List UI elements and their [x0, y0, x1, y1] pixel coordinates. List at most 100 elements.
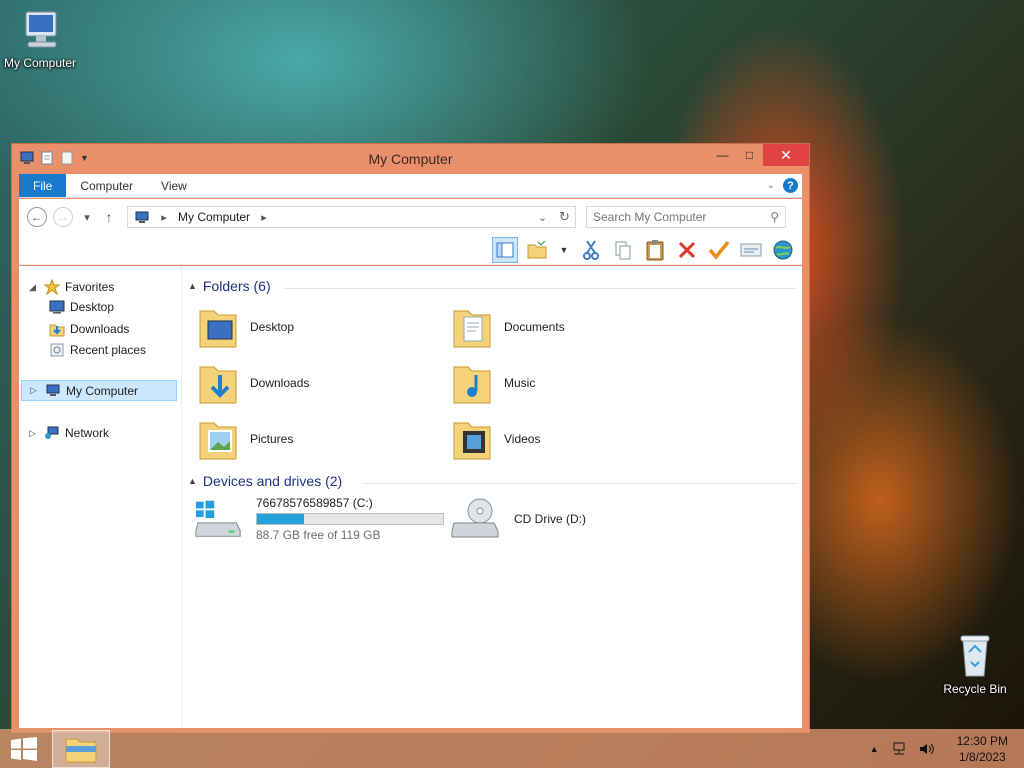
desktop-icon-recycle-bin[interactable]: Recycle Bin	[935, 632, 1015, 696]
address-bar[interactable]: ▸ My Computer ▸ ⌄ ↻	[127, 206, 576, 228]
drive-usage-fill	[257, 514, 305, 524]
nav-label: Desktop	[70, 300, 115, 314]
rename-button[interactable]	[706, 237, 732, 263]
globe-icon	[773, 240, 793, 259]
clock-date: 1/8/2023	[958, 750, 1006, 764]
group-divider	[284, 288, 796, 289]
cut-button[interactable]	[578, 237, 604, 263]
command-toolbar: ▼	[19, 235, 802, 265]
recent-locations-icon[interactable]: ▾	[79, 211, 95, 224]
taskbar-file-explorer[interactable]	[52, 730, 110, 768]
computer-icon	[135, 211, 149, 223]
new-folder-button[interactable]	[524, 237, 550, 263]
new-folder-dropdown-icon[interactable]: ▼	[556, 245, 572, 255]
network-status-icon[interactable]	[891, 742, 907, 756]
tab-computer[interactable]: Computer	[66, 174, 147, 197]
nav-favorites[interactable]: ◢ Favorites	[29, 279, 114, 295]
navigation-pane: ◢ Favorites Desktop Downloads Recent pla…	[19, 266, 182, 728]
pane-layout-icon	[496, 242, 514, 257]
folder-music[interactable]: Music	[452, 358, 682, 408]
documents-folder-icon	[453, 310, 491, 348]
expand-arrow-icon[interactable]: ◢	[29, 282, 39, 293]
breadcrumb-chevron-icon[interactable]: ▸	[156, 211, 172, 224]
network-globe-button[interactable]	[770, 237, 796, 263]
drive-d[interactable]: CD Drive (D:)	[450, 494, 680, 544]
forward-button[interactable]: →	[53, 207, 73, 227]
items-view: ▲ Folders (6) Desktop Documents Download…	[184, 266, 802, 728]
maximize-button[interactable]: □	[736, 144, 763, 166]
delete-button[interactable]	[674, 237, 700, 263]
refresh-icon[interactable]: ↻	[553, 207, 575, 227]
search-icon[interactable]: ⚲	[770, 210, 779, 224]
folder-label: Pictures	[250, 432, 294, 446]
folder-pictures[interactable]: Pictures	[198, 414, 428, 464]
nav-network[interactable]: ▷ Network	[29, 426, 109, 440]
group-divider	[364, 483, 796, 484]
search-placeholder: Search My Computer	[593, 210, 707, 224]
title-bar[interactable]: ▼ My Computer — □ ✕	[12, 144, 809, 174]
collapse-arrow-icon[interactable]: ▲	[188, 476, 197, 486]
tab-file[interactable]: File	[19, 174, 67, 197]
folder-label: Downloads	[250, 376, 310, 390]
window-controls: — □ ✕	[709, 144, 809, 166]
folders-group-header[interactable]: ▲ Folders (6)	[188, 278, 271, 294]
close-button[interactable]: ✕	[763, 144, 809, 166]
explorer-window: ▼ My Computer — □ ✕ File Computer View ⌄…	[11, 143, 810, 733]
drives-group-header[interactable]: ▲ Devices and drives (2)	[188, 473, 342, 489]
expand-ribbon-icon[interactable]: ⌄	[767, 180, 775, 191]
file-explorer-icon	[65, 738, 97, 763]
paste-button[interactable]	[642, 237, 668, 263]
taskbar: ▲ 12:30 PM 1/8/2023	[0, 729, 1024, 768]
nav-recent-places[interactable]: Recent places	[49, 342, 146, 358]
folder-label: Videos	[504, 432, 541, 446]
volume-icon[interactable]	[919, 742, 935, 756]
desktop-icon-label: Recycle Bin	[943, 682, 1007, 696]
folder-downloads[interactable]: Downloads	[198, 358, 428, 408]
nav-downloads[interactable]: Downloads	[49, 321, 129, 337]
folder-documents[interactable]: Documents	[452, 302, 682, 352]
tab-view[interactable]: View	[147, 174, 201, 197]
nav-desktop[interactable]: Desktop	[49, 300, 114, 314]
videos-folder-icon	[453, 422, 491, 460]
nav-label: Downloads	[70, 322, 130, 336]
minimize-button[interactable]: —	[709, 144, 736, 166]
drive-free-space: 88.7 GB free of 119 GB	[256, 528, 381, 542]
music-folder-icon	[453, 366, 491, 404]
back-button[interactable]: ←	[27, 207, 47, 227]
clock[interactable]: 12:30 PM 1/8/2023	[957, 733, 1008, 765]
folder-desktop[interactable]: Desktop	[198, 302, 428, 352]
nav-label: Favorites	[65, 280, 115, 294]
breadcrumb-location[interactable]: My Computer	[178, 210, 250, 224]
folder-icon	[527, 240, 547, 258]
show-hidden-icons-icon[interactable]: ▲	[870, 744, 879, 754]
help-icon[interactable]: ?	[783, 178, 798, 193]
properties-button[interactable]	[738, 237, 764, 263]
address-dropdown-icon[interactable]: ⌄	[531, 207, 553, 227]
breadcrumb-chevron-icon[interactable]: ▸	[256, 211, 272, 224]
navigation-bar: ← → ▾ ↑ ▸ My Computer ▸ ⌄ ↻ Search My Co…	[19, 199, 802, 235]
search-input[interactable]: Search My Computer ⚲	[586, 206, 786, 228]
up-button[interactable]: ↑	[101, 209, 117, 225]
preview-pane-button[interactable]	[492, 236, 518, 263]
cd-drive-icon	[451, 498, 499, 538]
windows-start-icon[interactable]	[10, 737, 38, 761]
folder-label: Documents	[504, 320, 565, 334]
desktop-folder-icon	[199, 310, 237, 348]
clipboard-icon	[646, 239, 664, 260]
expand-arrow-icon[interactable]: ▷	[30, 385, 40, 396]
downloads-icon	[49, 324, 65, 337]
nav-my-computer[interactable]: ▷ My Computer	[21, 380, 177, 401]
computer-icon	[46, 384, 60, 396]
properties-card-icon	[740, 243, 762, 256]
desktop-icon-label: My Computer	[3, 56, 77, 70]
drive-name: 76678576589857 (C:)	[256, 496, 373, 510]
copy-button[interactable]	[610, 237, 636, 263]
clock-time: 12:30 PM	[956, 734, 1008, 748]
desktop-icon-my-computer[interactable]: My Computer	[0, 10, 80, 70]
collapse-arrow-icon[interactable]: ▲	[188, 281, 197, 291]
drive-c[interactable]: 76678576589857 (C:) 88.7 GB free of 119 …	[194, 494, 444, 544]
expand-arrow-icon[interactable]: ▷	[29, 428, 39, 439]
computer-icon	[25, 11, 57, 48]
folder-videos[interactable]: Videos	[452, 414, 682, 464]
nav-label: My Computer	[66, 383, 139, 398]
